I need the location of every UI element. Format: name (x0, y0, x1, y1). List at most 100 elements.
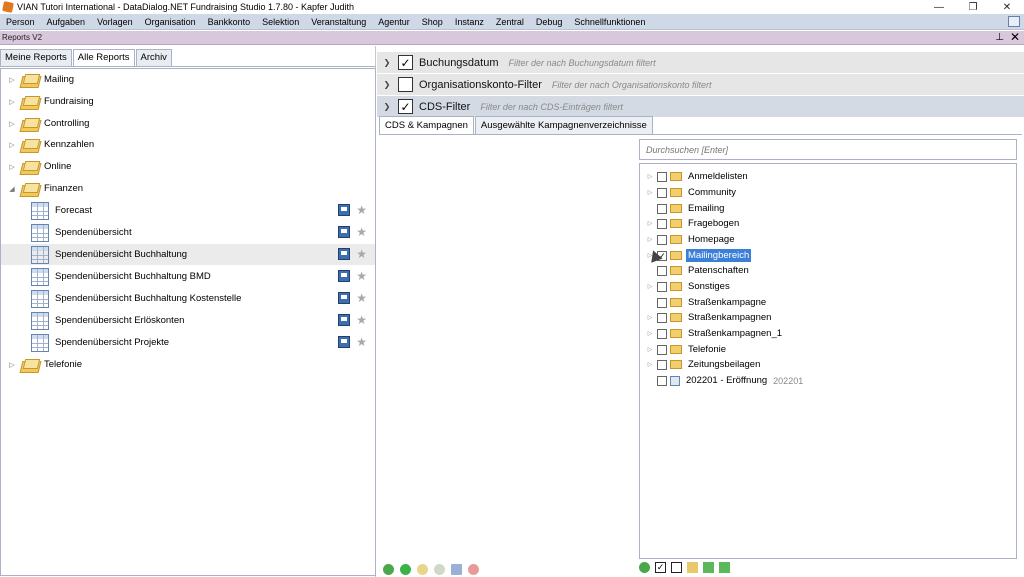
menu-selektion[interactable]: Selektion (256, 14, 305, 30)
expand-arrow-icon[interactable]: ▷ (646, 236, 654, 243)
menu-aufgaben[interactable]: Aufgaben (41, 14, 92, 30)
cds-item-patenschaften[interactable]: Patenschaften (640, 263, 1016, 278)
check-folder-icon[interactable] (687, 561, 698, 573)
cds-item-mailingbereich[interactable]: ▷ ✓ Mailingbereich (640, 248, 1016, 263)
window-layout-icon[interactable] (1008, 16, 1020, 27)
cds-checkbox[interactable] (657, 265, 667, 276)
menu-agentur[interactable]: Agentur (372, 14, 416, 30)
cds-checkbox[interactable] (657, 359, 667, 370)
tree-report-spendenuebersicht-buchhaltung[interactable]: Spendenübersicht Buchhaltung ★ (1, 244, 375, 265)
tab-ausgewaehlte-kampagnen[interactable]: Ausgewählte Kampagnenverzeichnisse (474, 116, 653, 134)
close-document-icon[interactable]: ✕ (1010, 30, 1020, 44)
cds-item-telefonie[interactable]: ▷ Telefonie (640, 342, 1016, 357)
edit-icon[interactable] (417, 563, 428, 575)
cds-item-strassenkampagne[interactable]: Straßenkampagne (640, 295, 1016, 310)
cds-item-zeitungsbeilagen[interactable]: ▷ Zeitungsbeilagen (640, 357, 1016, 372)
minimize-button[interactable]: — (922, 0, 956, 14)
favorite-star-icon[interactable]: ★ (356, 270, 367, 282)
expand-arrow-icon[interactable]: ▷ (646, 189, 654, 196)
favorite-star-icon[interactable]: ★ (356, 226, 367, 238)
cds-item-202201-eroeffnung[interactable]: 202201 - Eröffnung 202201 (640, 373, 1016, 388)
filter-checkbox[interactable] (398, 77, 413, 92)
tree-report-forecast[interactable]: Forecast ★ (1, 200, 375, 221)
cds-item-homepage[interactable]: ▷ Homepage (640, 232, 1016, 247)
maximize-button[interactable]: ❐ (956, 0, 990, 14)
cds-checkbox[interactable] (657, 328, 667, 339)
tab-cds-kampagnen[interactable]: CDS & Kampagnen (379, 116, 474, 134)
cds-checkbox[interactable] (657, 344, 667, 355)
menu-zentral[interactable]: Zentral (490, 14, 530, 30)
favorite-star-icon[interactable]: ★ (356, 248, 367, 260)
expand-arrow-icon[interactable]: ▷ (646, 220, 654, 227)
run-report-icon[interactable] (338, 226, 351, 238)
cds-checkbox[interactable] (657, 234, 667, 245)
expand-arrow-icon[interactable]: ▷ (7, 76, 17, 84)
cds-checkbox[interactable] (657, 281, 667, 292)
menu-debug[interactable]: Debug (530, 14, 569, 30)
run-report-icon[interactable] (338, 292, 351, 304)
tree-folder-controlling[interactable]: ▷ Controlling (1, 113, 375, 134)
collapse-arrow-icon[interactable]: ◢ (7, 185, 17, 193)
menu-vorlagen[interactable]: Vorlagen (91, 14, 139, 30)
menu-organisation[interactable]: Organisation (139, 14, 202, 30)
collapse-all-icon[interactable] (719, 561, 730, 573)
favorite-star-icon[interactable]: ★ (356, 204, 367, 216)
tab-alle-reports[interactable]: Alle Reports (72, 49, 135, 66)
cds-checkbox[interactable] (657, 187, 667, 198)
cds-item-strassenkampagnen[interactable]: ▷ Straßenkampagnen (640, 310, 1016, 325)
menu-bankkonto[interactable]: Bankkonto (202, 14, 257, 30)
menu-person[interactable]: Person (0, 14, 41, 30)
tree-report-erloeskonten[interactable]: Spendenübersicht Erlöskonten ★ (1, 310, 375, 331)
cds-checkbox[interactable] (657, 297, 667, 308)
expand-arrow-icon[interactable]: ▷ (646, 330, 654, 337)
check-all-icon[interactable]: ✓ (655, 561, 666, 573)
cds-item-sonstiges[interactable]: ▷ Sonstiges (640, 279, 1016, 294)
tree-folder-fundraising[interactable]: ▷ Fundraising (1, 91, 375, 112)
favorite-star-icon[interactable]: ★ (356, 314, 367, 326)
cds-checkbox[interactable] (657, 203, 667, 214)
expand-arrow-icon[interactable]: ▷ (646, 283, 654, 290)
search-input[interactable] (640, 140, 1016, 159)
cds-checkbox[interactable] (657, 171, 667, 182)
menu-instanz[interactable]: Instanz (449, 14, 490, 30)
run-report-icon[interactable] (338, 314, 351, 326)
cds-item-fragebogen[interactable]: ▷ Fragebogen (640, 216, 1016, 231)
tree-folder-online[interactable]: ▷ Online (1, 156, 375, 177)
expand-arrow-icon[interactable]: ▷ (646, 173, 654, 180)
chevron-down-icon[interactable]: ❯ (380, 102, 394, 111)
filter-cds[interactable]: ❯ ✓ CDS-Filter Filter der nach CDS-Eintr… (377, 96, 1024, 117)
tab-archiv[interactable]: Archiv (135, 49, 172, 66)
expand-arrow-icon[interactable]: ▷ (646, 346, 654, 353)
expand-arrow-icon[interactable]: ▷ (7, 120, 17, 128)
filter-buchungsdatum[interactable]: ❯ ✓ Buchungsdatum Filter der nach Buchun… (377, 52, 1024, 73)
tree-folder-finanzen[interactable]: ◢ Finanzen (1, 178, 375, 199)
cds-checkbox[interactable] (657, 375, 667, 386)
favorite-star-icon[interactable]: ★ (356, 292, 367, 304)
cds-item-strassenkampagnen-1[interactable]: ▷ Straßenkampagnen_1 (640, 326, 1016, 341)
expand-arrow-icon[interactable]: ▷ (7, 98, 17, 106)
copy-icon[interactable] (434, 563, 445, 575)
tree-report-buchhaltung-bmd[interactable]: Spendenübersicht Buchhaltung BMD ★ (1, 266, 375, 287)
tree-report-spendenuebersicht[interactable]: Spendenübersicht ★ (1, 222, 375, 243)
chevron-right-icon[interactable]: ❯ (380, 80, 394, 89)
menu-veranstaltung[interactable]: Veranstaltung (305, 14, 372, 30)
expand-all-icon[interactable] (703, 561, 714, 573)
menu-shop[interactable]: Shop (416, 14, 449, 30)
run-report-icon[interactable] (338, 248, 351, 260)
tree-report-buchhaltung-kostenstelle[interactable]: Spendenübersicht Buchhaltung Kostenstell… (1, 288, 375, 309)
expand-arrow-icon[interactable]: ▷ (7, 163, 17, 171)
tree-folder-telefonie[interactable]: ▷ Telefonie (1, 354, 375, 375)
cds-checkbox[interactable] (657, 312, 667, 323)
run-report-icon[interactable] (338, 270, 351, 282)
tab-meine-reports[interactable]: Meine Reports (0, 49, 72, 66)
menu-schnellfunktionen[interactable]: Schnellfunktionen (568, 14, 651, 30)
favorite-star-icon[interactable]: ★ (356, 336, 367, 348)
expand-arrow-icon[interactable]: ▷ (646, 361, 654, 368)
tree-folder-kennzahlen[interactable]: ▷ Kennzahlen (1, 134, 375, 155)
refresh-icon[interactable] (639, 561, 650, 573)
pin-icon[interactable]: ⊥ (995, 31, 1004, 45)
save-icon[interactable] (451, 563, 462, 575)
add-icon[interactable] (400, 563, 411, 575)
filter-organisationskonto[interactable]: ❯ Organisationskonto-Filter Filter der n… (377, 74, 1024, 95)
cds-item-anmeldelisten[interactable]: ▷ Anmeldelisten (640, 169, 1016, 184)
